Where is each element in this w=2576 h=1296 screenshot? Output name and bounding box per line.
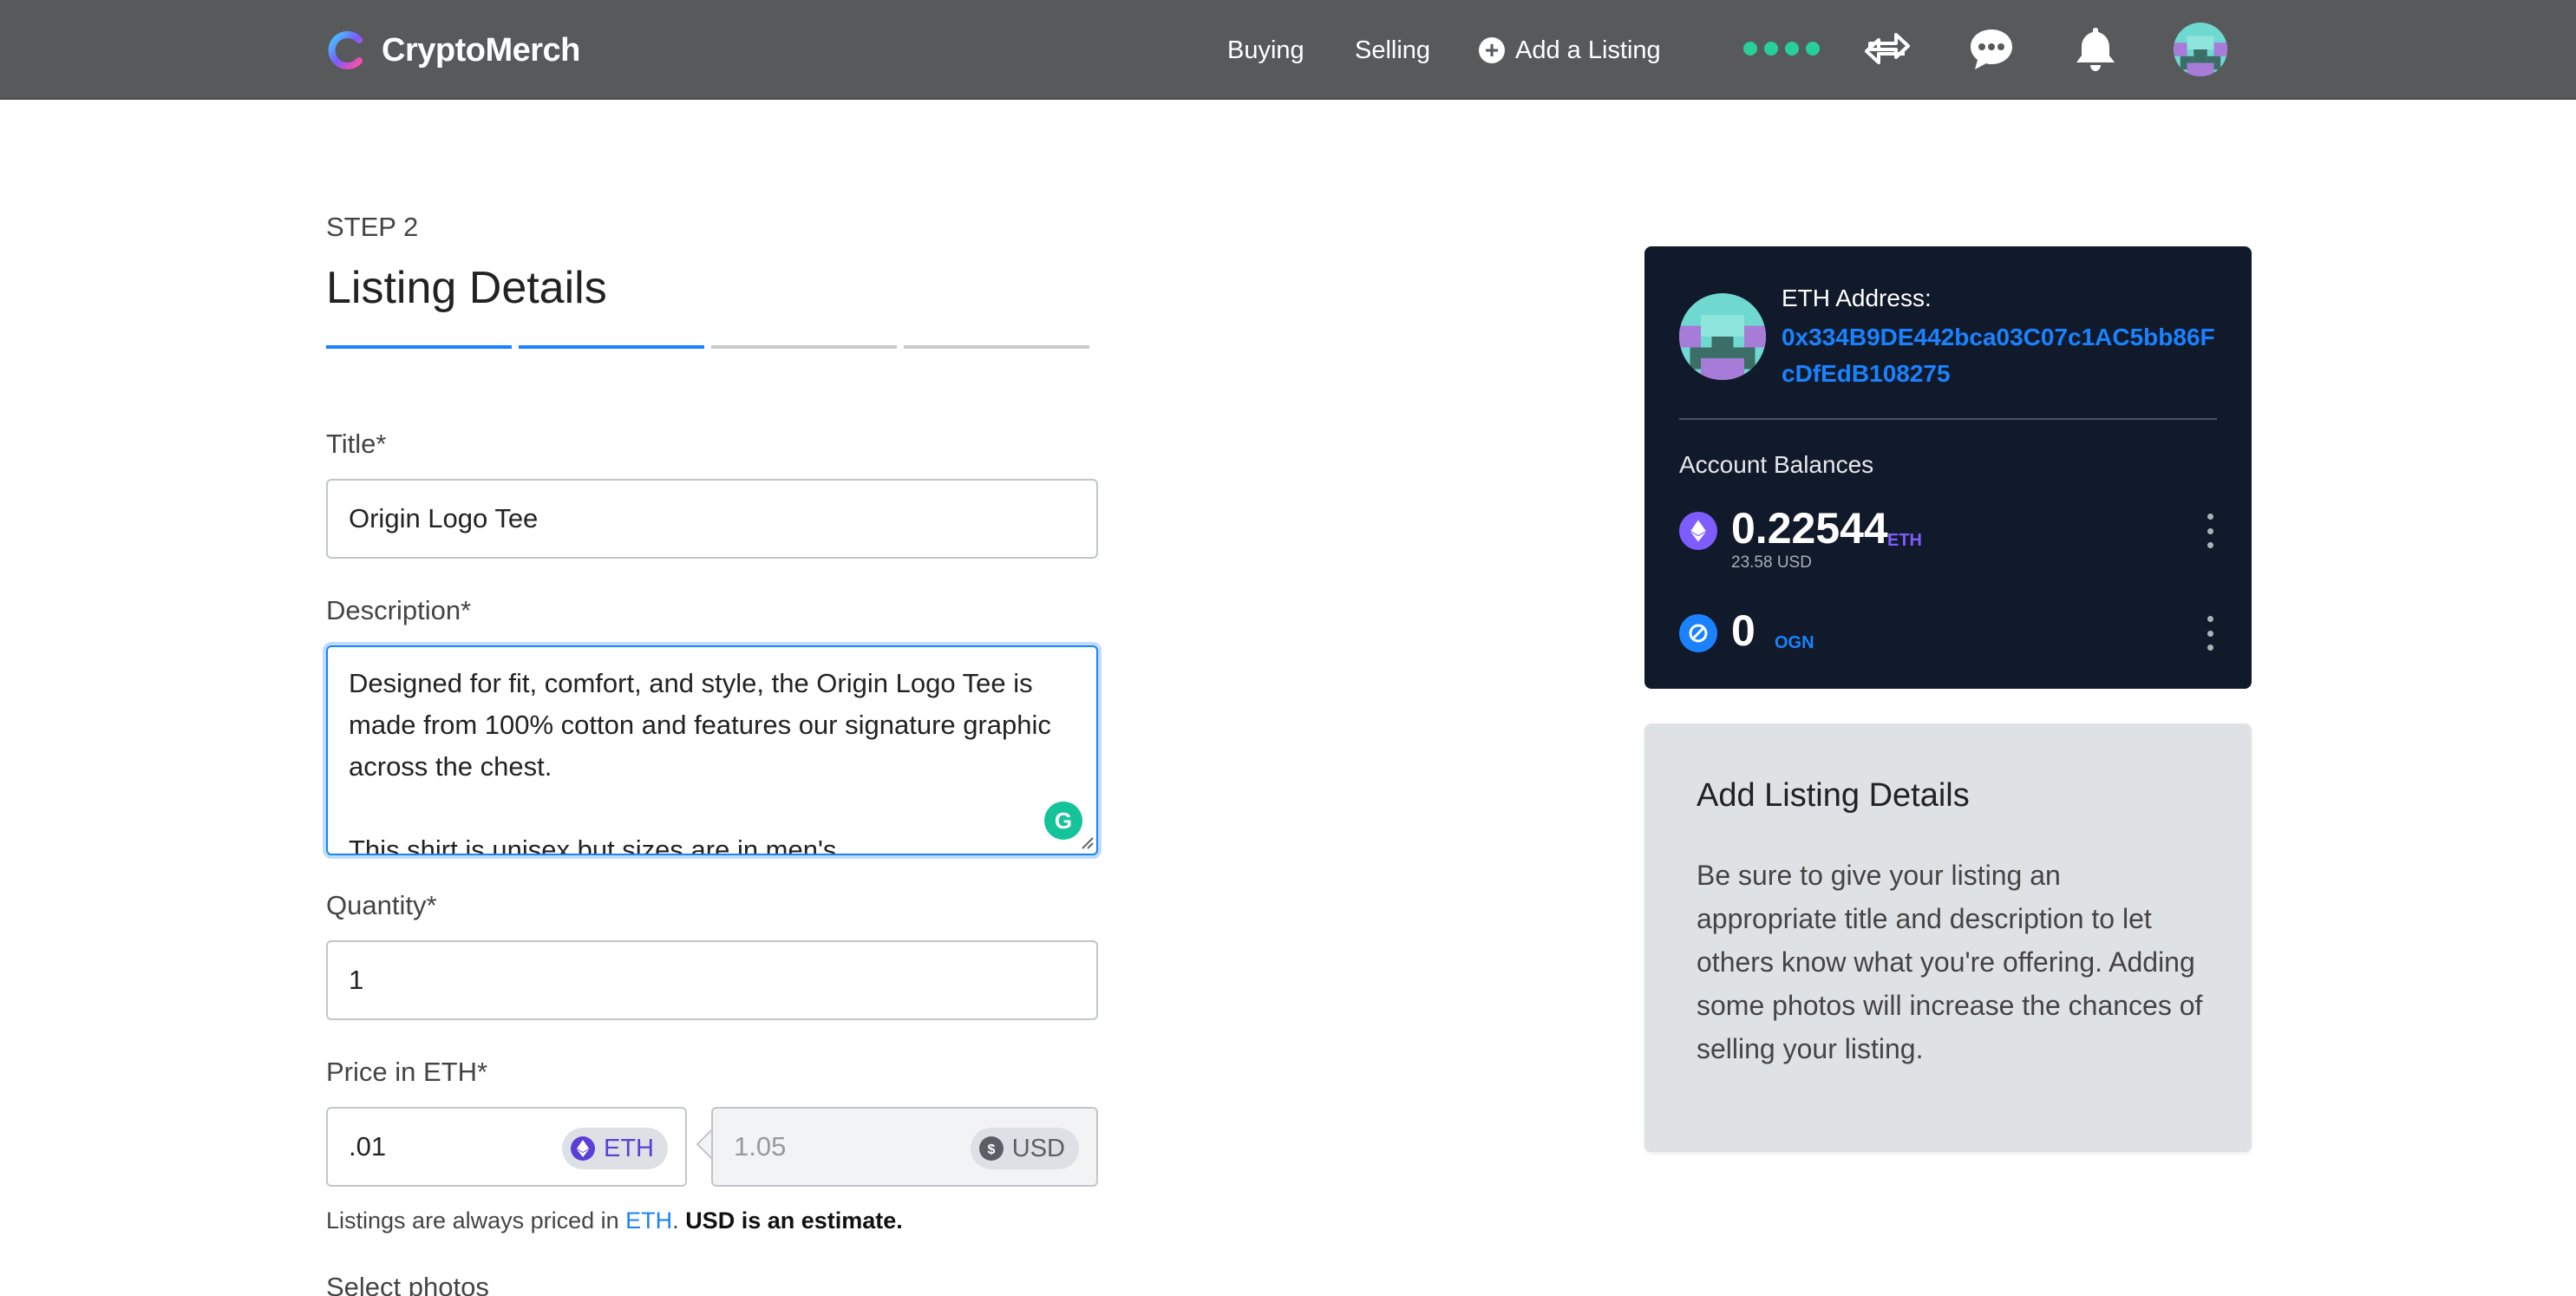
nav-add-listing-link[interactable]: + Add a Listing xyxy=(1479,33,1661,68)
description-textarea[interactable]: Designed for fit, comfort, and style, th… xyxy=(326,645,1098,855)
eth-more-icon[interactable] xyxy=(2205,514,2215,548)
nav-selling-link[interactable]: Selling xyxy=(1355,33,1430,68)
pricing-note-estimate: USD is an estimate. xyxy=(685,1208,903,1234)
price-label: Price in ETH* xyxy=(326,1057,488,1087)
bell-icon[interactable] xyxy=(2069,23,2122,75)
eth-balance-row: 0.22544 ETH 23.58 USD xyxy=(1679,504,2234,572)
progress-segment-1 xyxy=(326,345,512,349)
eth-balance-unit: ETH xyxy=(1887,531,1922,550)
ogn-balance-value: 0 xyxy=(1731,606,1755,655)
svg-text:$: $ xyxy=(987,1142,995,1157)
pricing-note-dot: . xyxy=(672,1208,686,1234)
transfer-icon[interactable] xyxy=(1861,23,1913,75)
wallet-card: ETH Address: 0x334B9DE442bca03C07c1AC5bb… xyxy=(1644,246,2252,689)
usd-currency-badge: $ USD xyxy=(970,1128,1079,1169)
user-avatar[interactable] xyxy=(2174,23,2227,76)
quantity-input[interactable]: 1 xyxy=(326,940,1098,1020)
account-balances-label: Account Balances xyxy=(1679,451,1874,478)
ethereum-icon xyxy=(571,1136,595,1161)
progress-segment-4 xyxy=(904,345,1089,349)
wallet-avatar xyxy=(1679,293,1766,380)
nav-buying-link[interactable]: Buying xyxy=(1227,33,1304,68)
connection-status-dots xyxy=(1743,42,1820,56)
brand-logo[interactable]: CryptoMerch xyxy=(326,26,580,75)
page-title: Listing Details xyxy=(326,263,607,313)
progress-segment-2 xyxy=(519,345,704,349)
help-card-body: Be sure to give your listing an appropri… xyxy=(1697,860,2203,1064)
resize-handle-icon[interactable] xyxy=(1079,835,1095,850)
price-usd-value: 1.05 xyxy=(734,1131,787,1162)
nav-add-listing-label: Add a Listing xyxy=(1515,36,1661,64)
progress-segment-3 xyxy=(711,345,897,349)
pricing-note: Listings are always priced in ETH. USD i… xyxy=(326,1208,903,1234)
step-indicator: STEP 2 xyxy=(326,212,419,242)
price-usd-input: 1.05 $ USD xyxy=(711,1107,1098,1187)
quantity-label: Quantity* xyxy=(326,890,437,920)
wallet-divider xyxy=(1679,418,2217,420)
select-photos-label: Select photos xyxy=(326,1272,489,1296)
grammarly-icon[interactable]: G xyxy=(1044,802,1082,840)
eth-currency-badge: ETH xyxy=(562,1128,668,1169)
help-card-title: Add Listing Details xyxy=(1697,777,1970,814)
plus-circle-icon: + xyxy=(1479,37,1505,63)
description-label: Description* xyxy=(326,595,472,625)
eth-address[interactable]: 0x334B9DE442bca03C07c1AC5bb86FcDfEdB1082… xyxy=(1782,319,2224,392)
ogn-more-icon[interactable] xyxy=(2205,616,2215,651)
top-navbar: CryptoMerch Buying Selling + Add a Listi… xyxy=(0,0,2576,100)
chat-icon[interactable] xyxy=(1965,23,2017,75)
eth-balance-usd: 23.58 USD xyxy=(1731,553,1812,572)
eth-link[interactable]: ETH xyxy=(625,1208,672,1234)
ogn-balance-unit: OGN xyxy=(1775,633,1814,652)
price-eth-value: .01 xyxy=(349,1131,387,1162)
ogn-balance-row: 0 OGN xyxy=(1679,606,2234,661)
origin-token-icon xyxy=(1679,614,1717,652)
title-label: Title* xyxy=(326,429,387,459)
listing-help-card: Add Listing Details Be sure to give your… xyxy=(1644,723,2252,1152)
price-eth-input[interactable]: .01 ETH xyxy=(326,1107,687,1187)
brand-name: CryptoMerch xyxy=(382,31,580,69)
brand-logo-icon xyxy=(328,31,363,69)
pricing-note-text: Listings are always priced in xyxy=(326,1208,626,1234)
eth-address-label: ETH Address: xyxy=(1782,285,1932,311)
eth-currency-label: ETH xyxy=(604,1134,654,1162)
eth-balance-value: 0.22544 xyxy=(1731,504,1888,553)
dollar-icon: $ xyxy=(978,1136,1004,1161)
step-progress-bar xyxy=(326,345,1089,349)
usd-currency-label: USD xyxy=(1011,1134,1065,1162)
ethereum-icon xyxy=(1679,512,1717,550)
title-input[interactable]: Origin Logo Tee xyxy=(326,479,1098,559)
